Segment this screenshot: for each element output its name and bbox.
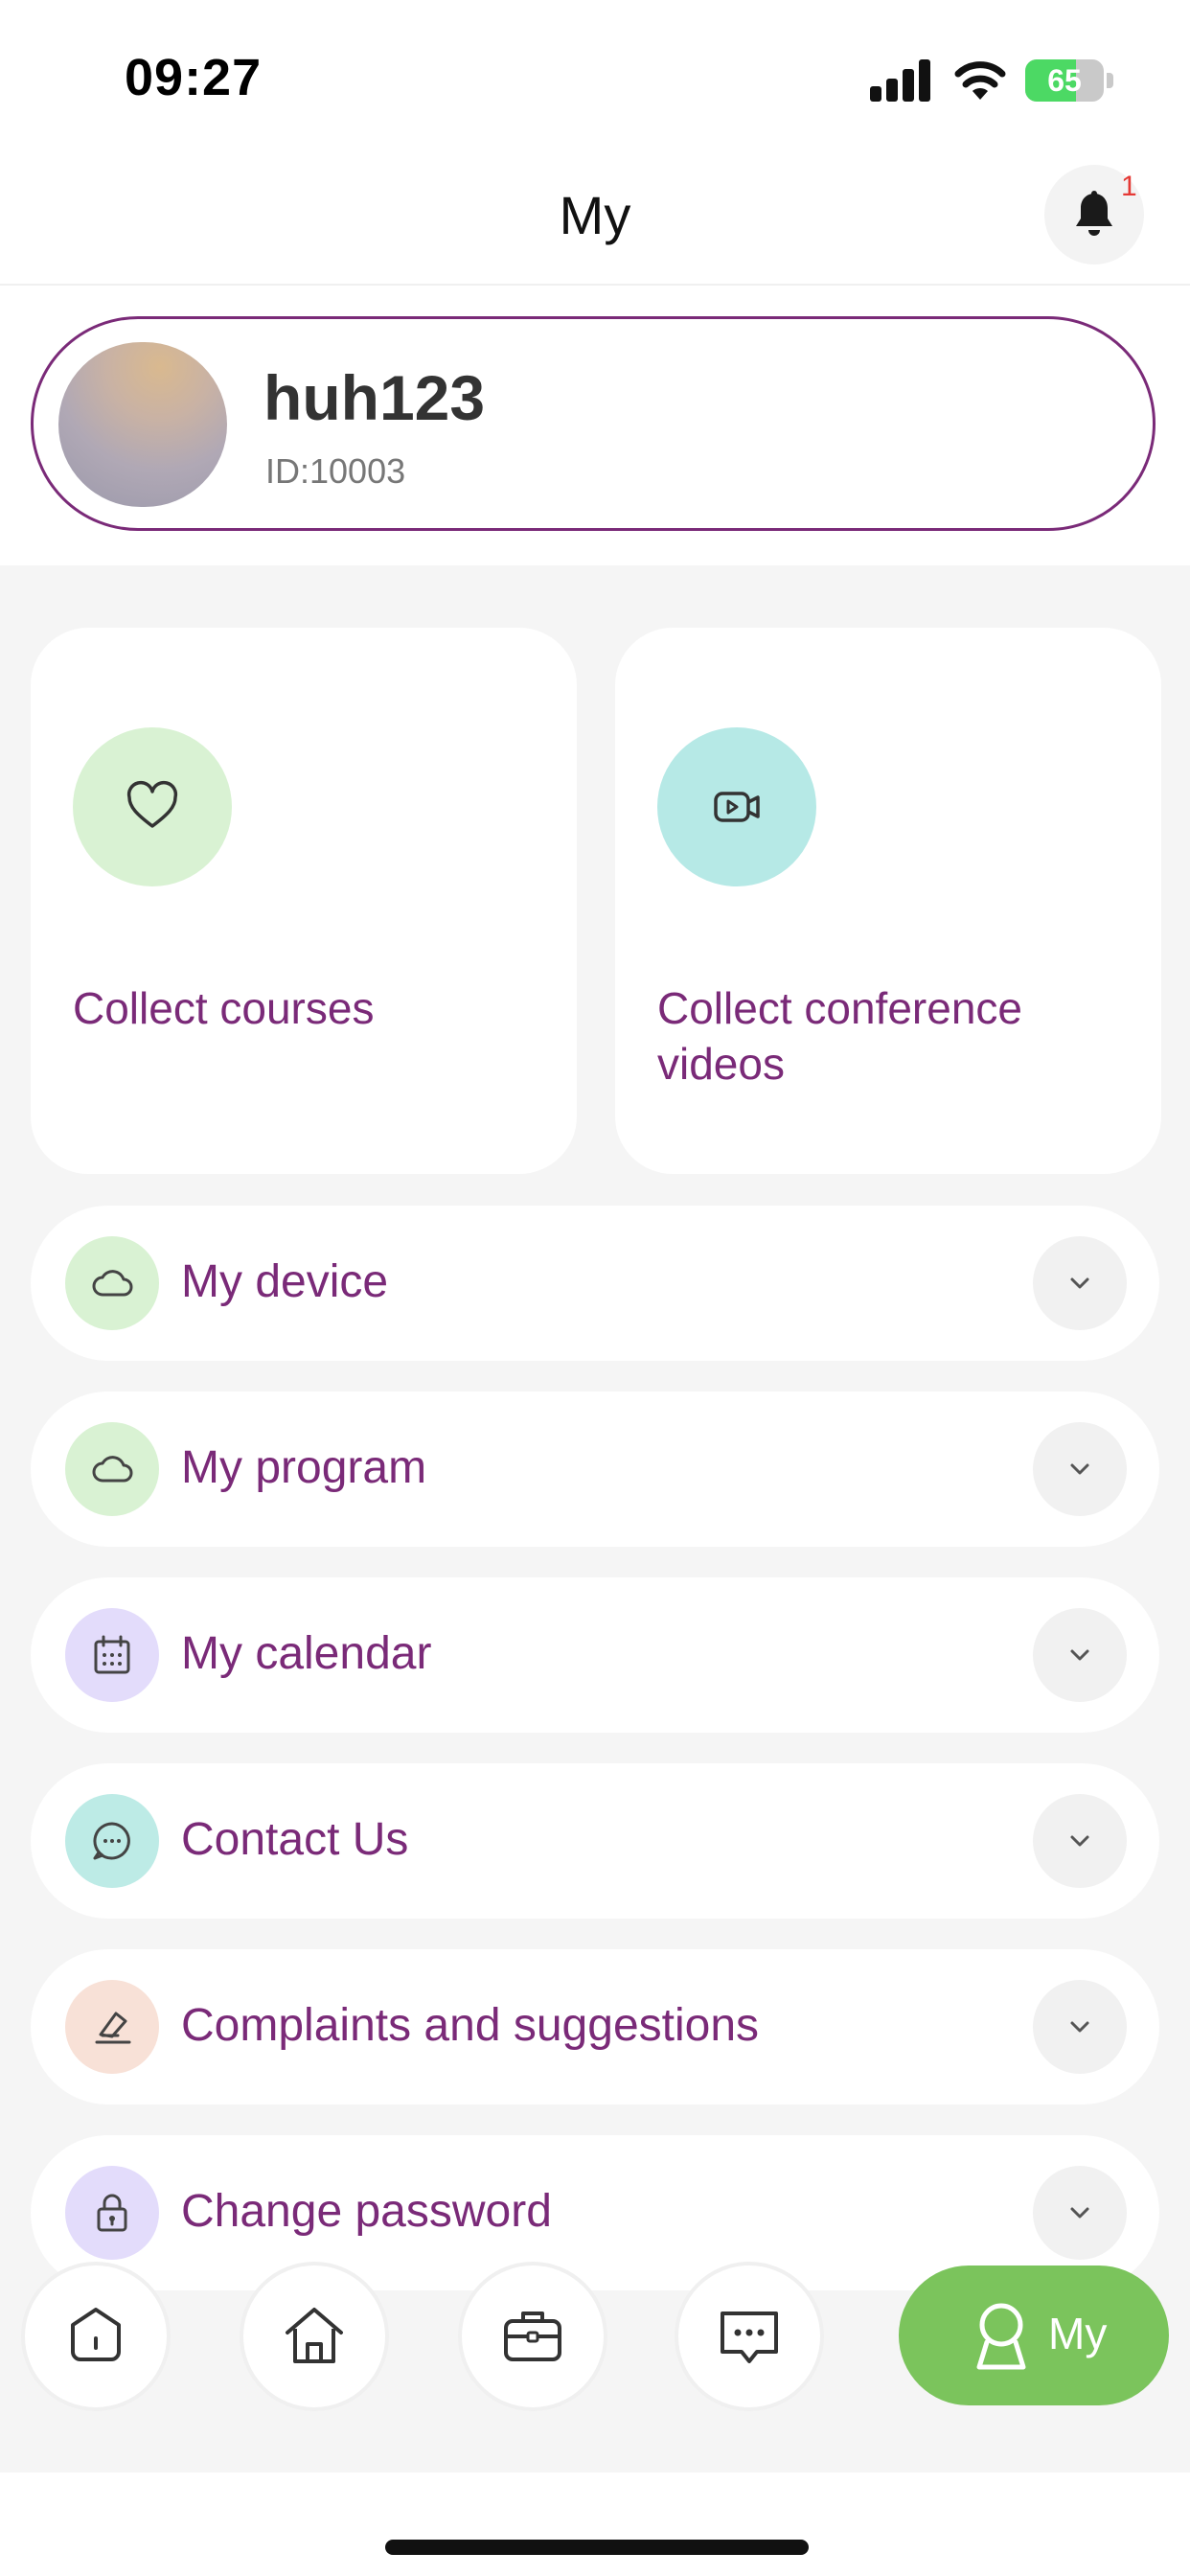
header: My 1	[0, 144, 1190, 286]
nav-my[interactable]: My	[899, 2266, 1169, 2405]
lock-icon-circle	[65, 2166, 159, 2260]
cloud-icon	[92, 1270, 133, 1297]
heart-icon	[126, 780, 178, 828]
menu-item-my-device[interactable]: My device	[31, 1206, 1159, 1361]
nav-my-label: My	[1048, 2309, 1108, 2358]
menu-label: Complaints and suggestions	[181, 2000, 760, 2051]
edit-icon-circle	[65, 1980, 159, 2074]
calendar-icon-circle	[65, 1608, 159, 1702]
shield-home-icon	[71, 2308, 121, 2361]
menu-label: My calendar	[181, 1628, 432, 1679]
menu-label: Change password	[181, 2186, 552, 2237]
bell-icon	[1076, 191, 1112, 236]
chat-icon-circle	[65, 1794, 159, 1888]
cloud-icon	[92, 1456, 133, 1483]
home-icon	[286, 2308, 343, 2363]
menu-item-my-calendar[interactable]: My calendar	[31, 1577, 1159, 1733]
collect-courses-label: Collect courses	[73, 983, 375, 1033]
profile-card[interactable]: huh123 ID:10003	[31, 316, 1156, 531]
video-icon-circle	[657, 727, 816, 886]
lock-icon	[97, 2194, 127, 2232]
cloud-icon-circle	[65, 1422, 159, 1516]
chevron-down-icon	[1070, 2021, 1089, 2033]
chevron-down-button[interactable]	[1033, 2166, 1127, 2260]
chevron-down-icon	[1070, 1463, 1089, 1475]
edit-icon	[95, 2012, 131, 2044]
video-icon	[714, 792, 760, 822]
notification-badge: 1	[1121, 171, 1137, 202]
chevron-down-button[interactable]	[1033, 1422, 1127, 1516]
heart-icon-circle	[73, 727, 232, 886]
calendar-icon	[94, 1635, 130, 1674]
message-icon	[721, 2312, 778, 2363]
status-bar: 09:27 65	[0, 0, 1190, 144]
menu-label: Contact Us	[181, 1814, 409, 1865]
menu-item-my-program[interactable]: My program	[31, 1392, 1159, 1547]
status-time: 09:27	[125, 49, 263, 106]
chevron-down-icon	[1070, 1277, 1089, 1289]
nav-home[interactable]	[240, 2262, 389, 2411]
collect-conference-videos-label: Collect conference videos	[657, 983, 1022, 1089]
page-title: My	[559, 185, 631, 245]
avatar[interactable]	[58, 342, 227, 507]
battery-level: 65	[1047, 63, 1082, 98]
menu-label: My program	[181, 1442, 427, 1493]
collect-conference-videos-card[interactable]: Collect conference videos	[615, 628, 1161, 1174]
menu-item-complaints[interactable]: Complaints and suggestions	[31, 1949, 1159, 2104]
battery-icon: 65	[1025, 59, 1113, 102]
briefcase-icon	[504, 2312, 561, 2361]
menu-label: My device	[181, 1256, 389, 1307]
home-indicator[interactable]	[385, 2540, 809, 2555]
chevron-down-button[interactable]	[1033, 1236, 1127, 1330]
chevron-down-icon	[1070, 1835, 1089, 1847]
chevron-down-button[interactable]	[1033, 1794, 1127, 1888]
nav-briefcase[interactable]	[458, 2262, 607, 2411]
nav-messages[interactable]	[675, 2262, 824, 2411]
menu-item-contact-us[interactable]: Contact Us	[31, 1763, 1159, 1919]
chat-icon	[93, 1822, 130, 1860]
wifi-icon	[954, 61, 1006, 100]
chevron-down-button[interactable]	[1033, 1608, 1127, 1702]
user-icon	[976, 2303, 1026, 2370]
username: huh123	[263, 362, 486, 433]
chevron-down-icon	[1070, 1649, 1089, 1661]
signal-icon	[870, 59, 930, 102]
chevron-down-icon	[1070, 2207, 1089, 2219]
chevron-down-button[interactable]	[1033, 1980, 1127, 2074]
nav-shield-home[interactable]	[21, 2262, 171, 2411]
collect-courses-card[interactable]: Collect courses	[31, 628, 577, 1174]
user-id: ID:10003	[265, 451, 406, 491]
cloud-icon-circle	[65, 1236, 159, 1330]
